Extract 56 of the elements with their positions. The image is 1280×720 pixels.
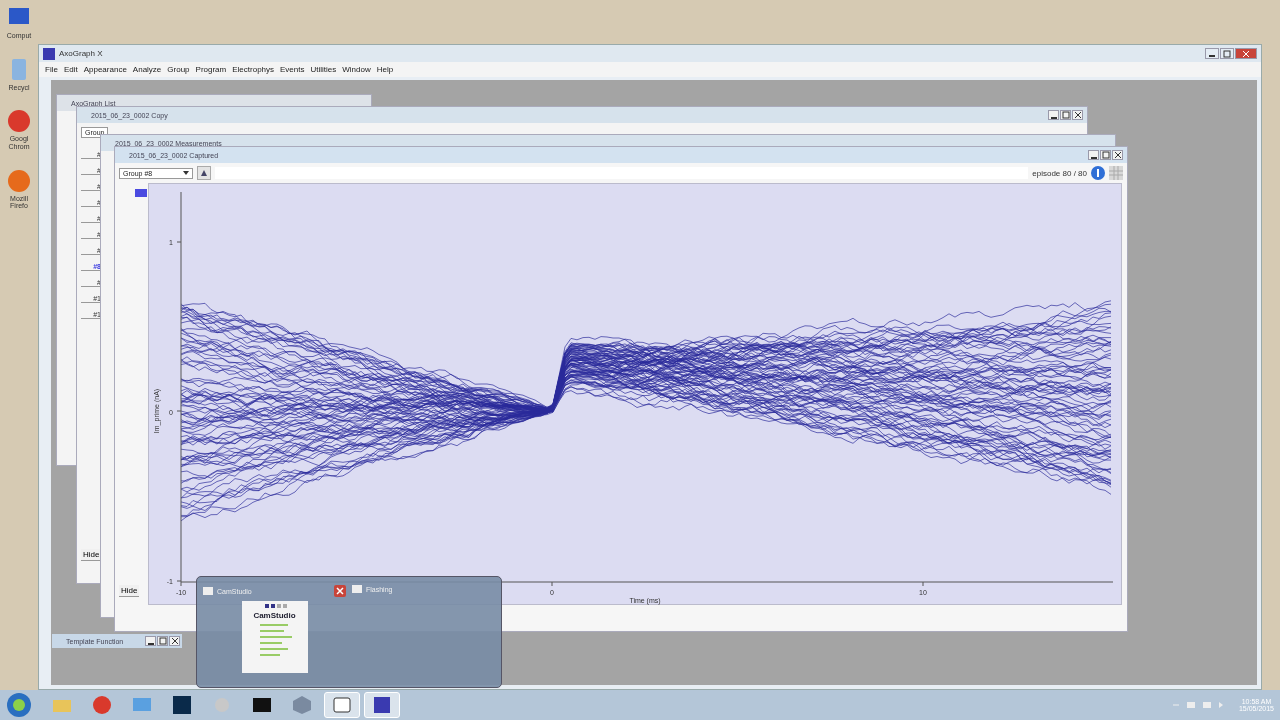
hide-button[interactable]: Hide: [81, 549, 102, 561]
min-button[interactable]: [1088, 150, 1099, 160]
close-button[interactable]: [1235, 48, 1257, 59]
close-button[interactable]: [1112, 150, 1123, 160]
menu-item[interactable]: Edit: [63, 65, 78, 74]
square-icon: [172, 695, 192, 715]
max-button[interactable]: [157, 636, 168, 646]
app-icon: [43, 47, 55, 60]
max-button[interactable]: [1220, 48, 1234, 59]
menu-item[interactable]: Appearance: [83, 65, 127, 74]
toolbar-icon: [262, 603, 287, 609]
menu-item[interactable]: Program: [195, 65, 227, 74]
menu-item[interactable]: File: [45, 65, 58, 74]
terminal-icon: [252, 695, 272, 715]
maximize-icon: [158, 637, 167, 645]
window-title: AxoGraph X: [59, 49, 103, 58]
cursor-button[interactable]: [197, 166, 211, 180]
min-button[interactable]: [1048, 110, 1059, 120]
max-button[interactable]: [1060, 110, 1071, 120]
close-icon: [336, 587, 344, 595]
window-thumbnail[interactable]: CamStudio: [241, 601, 308, 673]
menu-item[interactable]: Help: [376, 65, 394, 74]
triangle-icon: [200, 169, 208, 177]
close-button[interactable]: [334, 585, 346, 597]
close-icon: [1073, 111, 1082, 119]
menu-item[interactable]: Window: [342, 65, 371, 74]
caret-icon: [183, 170, 189, 176]
app-icon: [372, 695, 392, 715]
close-button[interactable]: [1072, 110, 1083, 120]
max-button[interactable]: [1100, 150, 1111, 160]
menu-item[interactable]: Electrophys: [232, 65, 275, 74]
menu-item[interactable]: Events: [280, 65, 305, 74]
thumbnail-title: CamStudio: [253, 611, 296, 620]
window-icon: [332, 695, 352, 715]
episode-counter: episode 80 / 80: [1032, 168, 1087, 178]
maximize-icon: [1101, 151, 1110, 159]
taskbar-app[interactable]: [364, 692, 400, 718]
log-lines-icon: [257, 622, 292, 656]
close-button[interactable]: [169, 636, 180, 646]
menu-item[interactable]: Group: [167, 65, 190, 74]
window-icon: [352, 585, 362, 593]
maximize-icon: [1061, 111, 1070, 119]
close-icon: [170, 637, 179, 645]
hide-button[interactable]: Hide: [119, 585, 140, 597]
menu-item[interactable]: Analyze: [132, 65, 162, 74]
start-button[interactable]: [6, 692, 32, 718]
circle-icon: [92, 695, 112, 715]
min-button[interactable]: [145, 636, 156, 646]
maximize-icon: [1223, 49, 1231, 58]
window-icon: [203, 587, 213, 595]
close-icon: [1113, 151, 1122, 159]
close-icon: [1242, 49, 1250, 58]
menu-item[interactable]: Utilities: [310, 65, 337, 74]
info-icon[interactable]: [1091, 166, 1105, 180]
min-button[interactable]: [1205, 48, 1219, 59]
cube-icon: [292, 695, 312, 715]
